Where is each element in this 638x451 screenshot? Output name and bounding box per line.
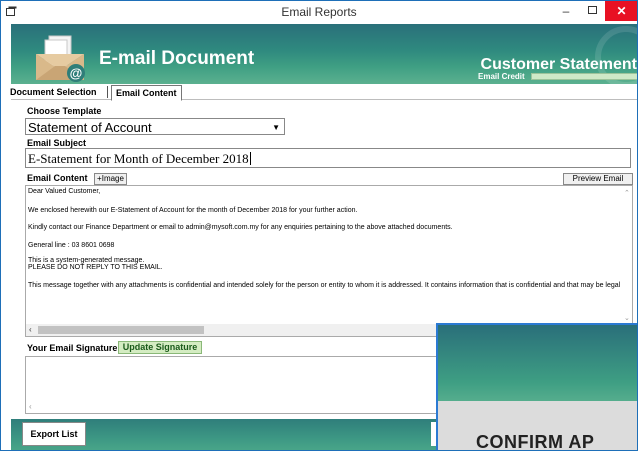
maximize-button[interactable] bbox=[579, 1, 605, 21]
body-line: This message together with any attachmen… bbox=[28, 282, 621, 289]
subject-input[interactable]: E-Statement for Month of December 2018 bbox=[25, 148, 631, 168]
body-line: PLEASE DO NOT REPLY TO THIS EMAIL. bbox=[28, 264, 163, 271]
text-caret bbox=[249, 152, 251, 165]
minimize-button[interactable]: – bbox=[553, 1, 579, 21]
window-title: Email Reports bbox=[281, 5, 357, 19]
email-credit-label: Email Credit bbox=[478, 72, 525, 81]
tab-email-content[interactable]: Email Content bbox=[111, 85, 182, 101]
email-reports-window: Email Reports – ✕ @ E-mail Document Cust… bbox=[0, 0, 638, 451]
confirm-dialog: CONFIRM AP bbox=[436, 323, 637, 451]
email-content-label: Email Content bbox=[27, 173, 88, 183]
email-content-editor[interactable]: Dear Valued Customer, We enclosed herewi… bbox=[25, 185, 633, 337]
update-signature-button[interactable]: Update Signature bbox=[118, 341, 202, 354]
chevron-up-icon[interactable]: ⌃ bbox=[624, 189, 630, 197]
vertical-scrollbar[interactable]: ⌃ ⌄ bbox=[623, 186, 632, 324]
preview-email-button[interactable]: Preview Email bbox=[563, 173, 633, 185]
title-bar: Email Reports – ✕ bbox=[1, 1, 637, 23]
signature-label: Your Email Signature bbox=[27, 343, 118, 353]
chevron-left-icon[interactable]: ‹ bbox=[29, 402, 32, 411]
tab-strip: Document Selection Email Content bbox=[10, 85, 637, 101]
dialog-header bbox=[438, 325, 637, 401]
body-line: Dear Valued Customer, bbox=[28, 188, 101, 195]
tab-divider bbox=[107, 86, 108, 98]
chevron-left-icon[interactable]: ‹ bbox=[29, 325, 32, 334]
template-label: Choose Template bbox=[27, 106, 102, 116]
svg-text:@: @ bbox=[70, 66, 83, 81]
body-line: We enclosed herewith our E-Statement of … bbox=[28, 207, 358, 214]
template-select[interactable]: Statement of Account ▼ bbox=[25, 118, 285, 135]
header-banner: @ E-mail Document Customer Statement Ema… bbox=[11, 24, 637, 84]
dialog-title: CONFIRM AP bbox=[476, 432, 595, 451]
template-value: Statement of Account bbox=[28, 120, 152, 135]
body-line: General line : 03 8601 0698 bbox=[28, 242, 115, 249]
chevron-down-icon[interactable]: ⌄ bbox=[624, 314, 630, 322]
subject-value: E-Statement for Month of December 2018 bbox=[28, 151, 249, 166]
chevron-down-icon: ▼ bbox=[272, 123, 280, 132]
body-line: This is a system-generated message. bbox=[28, 257, 145, 264]
email-credit-bar bbox=[531, 73, 637, 80]
add-image-button[interactable]: +Image bbox=[94, 173, 127, 185]
signature-editor[interactable]: ‹ bbox=[25, 356, 445, 414]
banner-title: E-mail Document bbox=[99, 48, 255, 69]
scrollbar-thumb[interactable] bbox=[38, 326, 204, 334]
body-line: Kindly contact our Finance Department or… bbox=[28, 224, 453, 231]
envelope-icon: @ bbox=[36, 35, 85, 82]
export-list-button[interactable]: Export List bbox=[22, 422, 86, 446]
maximize-icon bbox=[587, 6, 597, 14]
tab-document-selection[interactable]: Document Selection bbox=[6, 85, 101, 100]
subject-label: Email Subject bbox=[27, 138, 87, 148]
close-button[interactable]: ✕ bbox=[605, 1, 637, 21]
